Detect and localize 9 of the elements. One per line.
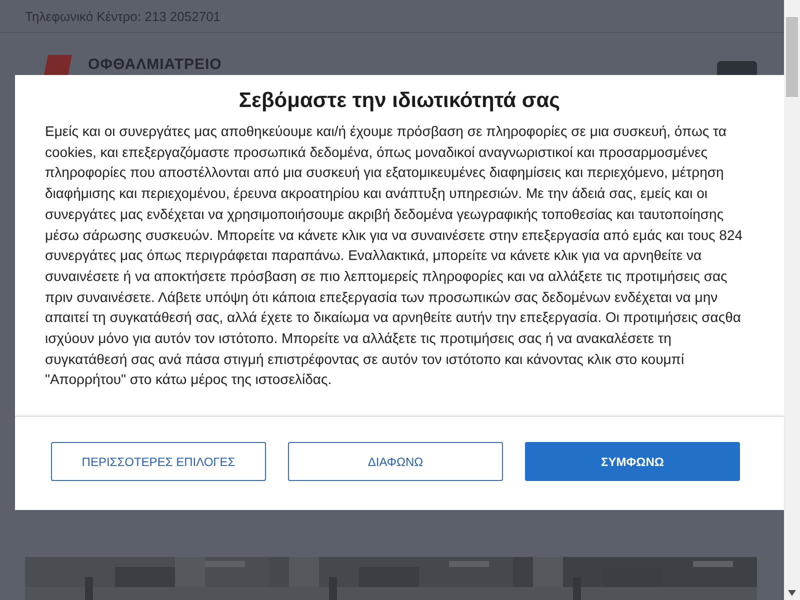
scroll-down-icon[interactable] xyxy=(788,590,796,596)
option-button[interactable]: ΠΕΡΙΣΣΟΤΕΡΕΣ ΕΠΙΛΟΓΕΣ xyxy=(51,442,266,481)
agree-button[interactable]: ΣΥΜΦΩΝΩ xyxy=(525,442,740,481)
scrollbar[interactable] xyxy=(784,0,800,600)
dialog-title: Σεβόμαστε την ιδιωτικότητά σας xyxy=(238,89,562,113)
option-button[interactable]: ΔΙΑΦΩΝΩ xyxy=(288,442,503,481)
logo-text: ΟΦΘΑΛΜΙΑΤΡΕΙΟ xyxy=(88,56,222,73)
scroll-thumb[interactable] xyxy=(786,17,798,97)
consent-text: Εμείς και οι συνεργάτες μας αποθηκεύουμε και/ή έχουμε πρόσβαση σε πληροφορίες σε μια συσκευή, όπως τα cookies, και επεξεργαζόμαστε προσωπικά δεδομένα, όπως μοναδικοί αναγνωριστικοί και προσαρμοσμένες πληροφορίες που αποστέλλονται από μια συσκευή για εξατομικευμένες διαφημίσεις και περιεχόμενο, μέτρηση διαφήμισης και περιεχομένου, έρευνα ακροατηρίου και ανάπτυξη υπηρεσιών. Με την άδειά σας, εμείς και οι συνεργάτες μας ενδέχεται να χρησιμοποιήσουμε ακριβή δεδομένα γεωγραφικής τοποθεσίας και ταυτοποίησης μέσω σάρωσης συσκευών. Μπορείτε να κάνετε κλικ για να συναινέσετε στην επεξεργασία από εμάς και τους 824 συνεργάτες μας όπως περιγράφεται παραπάνω. Εναλλακτικά, μπορείτε να κάνετε κλικ για να αρνηθείτε να συναινέσετε ή να αποκτήσετε πρόσβαση σε πιο λεπτομερείς πληροφορίες και να αλλάξετε τις προτιμήσεις σας πριν συναινέσετε. Λάβετε υπόψη ότι κάποια επεξεργασία των προσωπικών σας δεδομένων ενδέχεται να μην απαιτεί τη συγκατάθεσή σας, αλλά έχετε το δικαίωμα να αρνηθείτε αυτήν την επεξεργασία. Οι προτιμήσεις σαςθα ισχύουν μόνο για αυτόν τον ιστότοπο. Μπορείτε να αλλάξετε τις προτιμήσεις σας ή να ανακαλέσετε τη συγκατάθεσή σας ανά πάσα στιγμή επιστρέφοντας σε αυτόν τον ιστότοπο και κάνοντας κλικ στο κουμπί "Απορρήτου" στο κάτω μέρος της ιστοσελίδας. xyxy=(45,122,744,390)
